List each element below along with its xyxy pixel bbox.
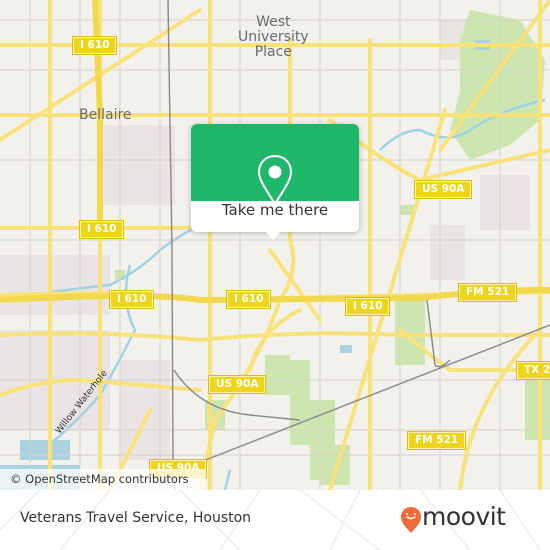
map-attribution[interactable]: © OpenStreetMap contributors [0,469,205,490]
road-shield-i610: I 610 [225,290,272,309]
road-shield-i610: I 610 [71,36,118,55]
road-shield-fm521: FM 521 [406,431,467,450]
road-shield-us90a: US 90A [207,375,267,394]
destination-popup: Take me there [191,124,359,240]
road-shield-tx288: TX 288 [516,361,550,380]
place-label-bellaire: Bellaire [79,107,132,123]
place-label-line: Place [254,44,292,60]
map-pin-icon [257,154,293,206]
road-shield-i610: I 610 [78,220,125,239]
road-shield-fm521: FM 521 [457,283,518,302]
place-label-west-university-place: West University Place [238,15,309,60]
map[interactable]: West University Place Bellaire I 610 I 6… [0,0,550,490]
road-shield-i610: I 610 [108,290,155,309]
take-me-there-button[interactable]: Take me there [191,201,359,232]
place-name: Veterans Travel Service, Houston [20,510,252,526]
road-shield-us90a: US 90A [413,180,473,199]
moovit-pin-icon [401,507,421,533]
map-canvas [0,0,550,490]
place-label-line: West [256,14,291,30]
place-label-line: University [238,29,309,45]
road-shield-i610: I 610 [344,297,391,316]
footer: Veterans Travel Service, Houston moovit [0,490,550,550]
popup-tail [265,231,281,240]
moovit-logo[interactable]: moovit [422,502,506,531]
parks [115,10,550,485]
